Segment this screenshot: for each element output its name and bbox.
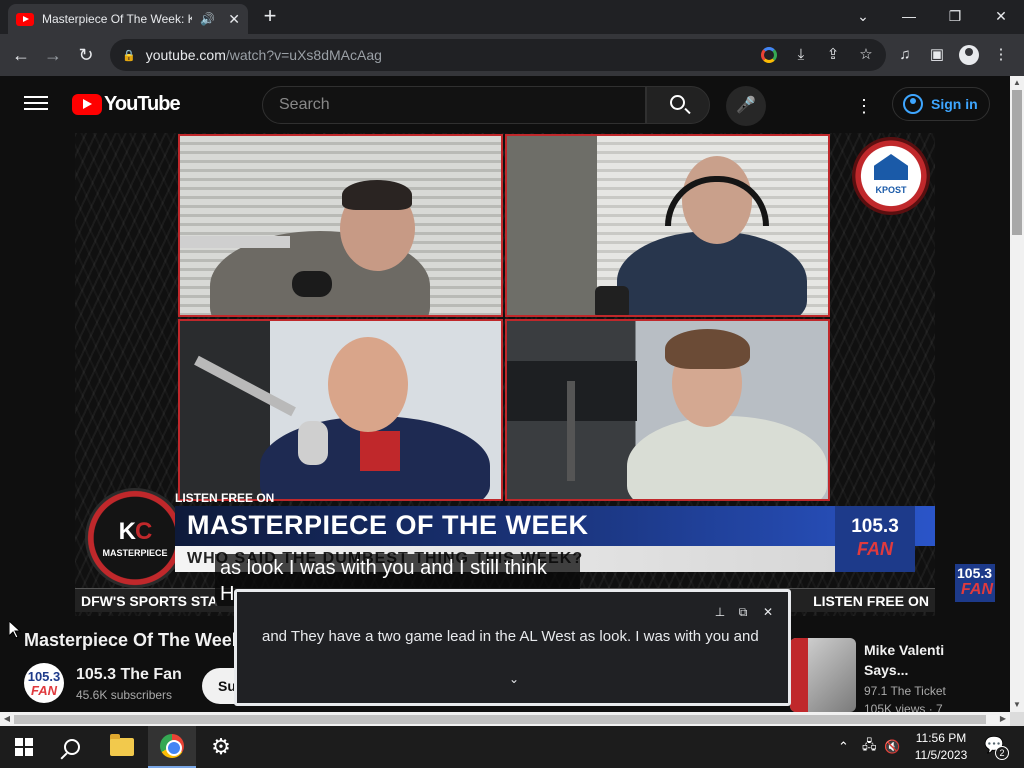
youtube-favicon-icon [16,12,34,26]
account-icon [903,94,923,114]
fan-station-logo: 105.3 FAN [835,506,915,572]
recommended-video-title[interactable]: Mike Valenti Says... [864,640,974,680]
install-app-icon[interactable]: ⤓ [790,44,812,66]
expand-chevron-icon[interactable]: ⌄ [505,672,523,690]
youtube-logo[interactable]: YouTube [72,93,181,116]
browser-toolbar: ← → ↻ 🔒 youtube.com/watch?v=uXs8dMAcAag … [0,34,1024,76]
media-controls-icon[interactable]: ♫ [894,44,916,66]
close-icon[interactable]: ✕ [760,604,776,620]
tab-audio-icon[interactable]: 🔊 [200,12,215,26]
gear-icon: ⚙ [211,734,231,759]
camera-feed-top-right [505,134,830,317]
show-title-bar: MASTERPIECE OF THE WEEK [175,506,935,546]
tab-close-button[interactable]: ✕ [228,11,240,28]
chrome-menu-icon[interactable]: ⋮ [990,44,1012,66]
back-button[interactable]: ← [8,42,34,68]
windows-taskbar: ⚙ ⌃ 🖧 🔇 11:56 PM 11/5/2023 💬 2 [0,726,1024,768]
pin-icon[interactable]: ⊥ [712,604,728,620]
channel-name[interactable]: 105.3 The Fan [76,666,182,684]
google-lens-icon[interactable] [758,44,780,66]
channel-avatar[interactable]: 105.3 FAN [24,663,64,703]
sign-in-button[interactable]: Sign in [892,87,990,121]
youtube-header: YouTube Search 🎤 ⋮ Sign in [0,76,1010,132]
notification-center-icon[interactable]: 💬 2 [982,735,1009,760]
tab-title: Masterpiece Of The Week: K [42,12,192,26]
window-minimize-button[interactable]: — [889,4,929,28]
forward-button[interactable]: → [40,42,66,68]
window-restore-button[interactable]: ❐ [935,4,975,28]
live-caption-text: and They have a two game lead in the AL … [262,628,759,645]
scrollbar-corner [1010,712,1024,726]
listen-free-tag: LISTEN FREE ON [175,491,275,505]
tray-chevron-icon[interactable]: ⌃ [838,726,849,768]
menu-hamburger-icon[interactable] [24,92,48,116]
share-icon[interactable]: ⇪ [822,44,844,66]
settings-more-icon[interactable]: ⋮ [852,94,876,118]
page-vertical-scrollbar[interactable]: ▲ ▼ [1010,76,1024,712]
settings-taskbar-button[interactable]: ⚙ [197,726,245,768]
recommended-video-views: 105K views · 7 [864,702,943,712]
chrome-taskbar-button[interactable] [148,726,196,768]
fan-watermark-logo: 105.3 FAN [955,564,995,602]
popout-icon[interactable]: ⧉ [735,604,751,620]
new-tab-button[interactable]: + [258,5,282,29]
search-input[interactable]: Search [262,86,646,124]
camera-feed-bottom-right [505,319,830,501]
taskbar-clock[interactable]: 11:56 PM 11/5/2023 [906,730,976,764]
browser-tab-active[interactable]: Masterpiece Of The Week: K 🔊 ✕ [8,4,248,34]
window-close-button[interactable]: ✕ [981,4,1021,28]
network-icon[interactable]: 🖧 [862,726,877,768]
reload-button[interactable]: ↻ [73,42,99,68]
chrome-icon [160,734,184,758]
kpost-sponsor-logo: KPOST [852,137,930,215]
taskbar-search-button[interactable] [48,726,96,768]
search-icon [670,95,685,110]
camera-feed-top-left [178,134,503,317]
windows-logo-icon [15,738,33,756]
tab-search-icon[interactable]: ⌄ [843,4,883,28]
subscriber-count: 45.6K subscribers [76,688,173,702]
lock-icon[interactable]: 🔒 [122,49,136,62]
browser-tab-strip: Masterpiece Of The Week: K 🔊 ✕ + ⌄ — ❐ ✕ [0,0,1024,34]
video-title: Masterpiece Of The Week [24,630,234,650]
volume-muted-icon[interactable]: 🔇 [884,726,900,768]
search-button[interactable] [646,86,710,124]
recommended-video-thumbnail[interactable] [790,638,856,712]
camera-feed-bottom-left [178,319,503,501]
page-horizontal-scrollbar[interactable]: ◀ ▶ [0,712,1010,726]
recommended-video-channel: 97.1 The Ticket [864,684,946,698]
file-explorer-button[interactable] [98,726,146,768]
video-player[interactable]: KPOST KC MASTERPIECE LISTEN FREE ON MAST… [75,133,935,616]
voice-search-mic-icon[interactable]: 🎤 [726,86,766,126]
kc-show-logo: KC MASTERPIECE [85,488,185,588]
folder-icon [110,734,134,756]
live-caption-panel[interactable]: ⊥ ⧉ ✕ and They have a two game lead in t… [234,589,791,706]
start-button[interactable] [0,726,48,768]
youtube-play-icon [72,94,102,115]
bookmark-star-icon[interactable]: ☆ [855,44,877,66]
url-text[interactable]: youtube.com/watch?v=uXs8dMAcAag [146,47,382,63]
search-icon [64,739,80,755]
side-panel-icon[interactable]: ▣ [926,44,948,66]
mouse-cursor-icon [8,619,22,644]
profile-icon[interactable] [958,44,980,66]
